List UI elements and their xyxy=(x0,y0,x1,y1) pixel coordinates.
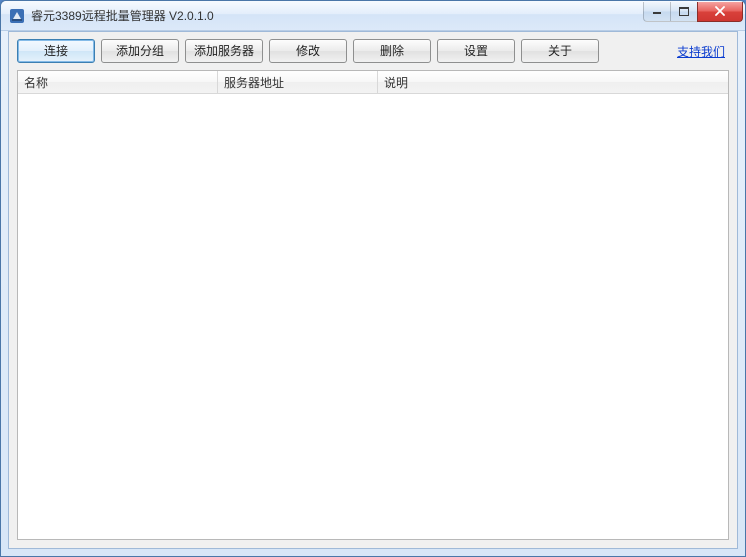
close-button[interactable] xyxy=(697,2,743,22)
minimize-button[interactable] xyxy=(643,2,671,22)
add-group-button[interactable]: 添加分组 xyxy=(101,39,179,63)
client-area: 连接 添加分组 添加服务器 修改 删除 设置 关于 支持我们 名称 服务器地址 … xyxy=(8,31,738,549)
column-header-address[interactable]: 服务器地址 xyxy=(218,71,378,93)
modify-button[interactable]: 修改 xyxy=(269,39,347,63)
column-header-description[interactable]: 说明 xyxy=(378,71,728,93)
listview-body[interactable] xyxy=(18,94,728,539)
titlebar[interactable]: 睿元3389远程批量管理器 V2.0.1.0 xyxy=(1,1,745,31)
support-link[interactable]: 支持我们 xyxy=(677,43,725,60)
settings-button[interactable]: 设置 xyxy=(437,39,515,63)
maximize-button[interactable] xyxy=(670,2,698,22)
listview-header: 名称 服务器地址 说明 xyxy=(18,71,728,94)
column-header-name[interactable]: 名称 xyxy=(18,71,218,93)
add-server-button[interactable]: 添加服务器 xyxy=(185,39,263,63)
main-window: 睿元3389远程批量管理器 V2.0.1.0 连接 添加分组 添加服务器 修改 … xyxy=(0,0,746,557)
connect-button[interactable]: 连接 xyxy=(17,39,95,63)
app-icon xyxy=(9,8,25,24)
window-controls xyxy=(644,2,743,22)
about-button[interactable]: 关于 xyxy=(521,39,599,63)
window-title: 睿元3389远程批量管理器 V2.0.1.0 xyxy=(31,7,644,24)
delete-button[interactable]: 删除 xyxy=(353,39,431,63)
server-listview[interactable]: 名称 服务器地址 说明 xyxy=(17,70,729,540)
toolbar: 连接 添加分组 添加服务器 修改 删除 设置 关于 支持我们 xyxy=(9,32,737,70)
